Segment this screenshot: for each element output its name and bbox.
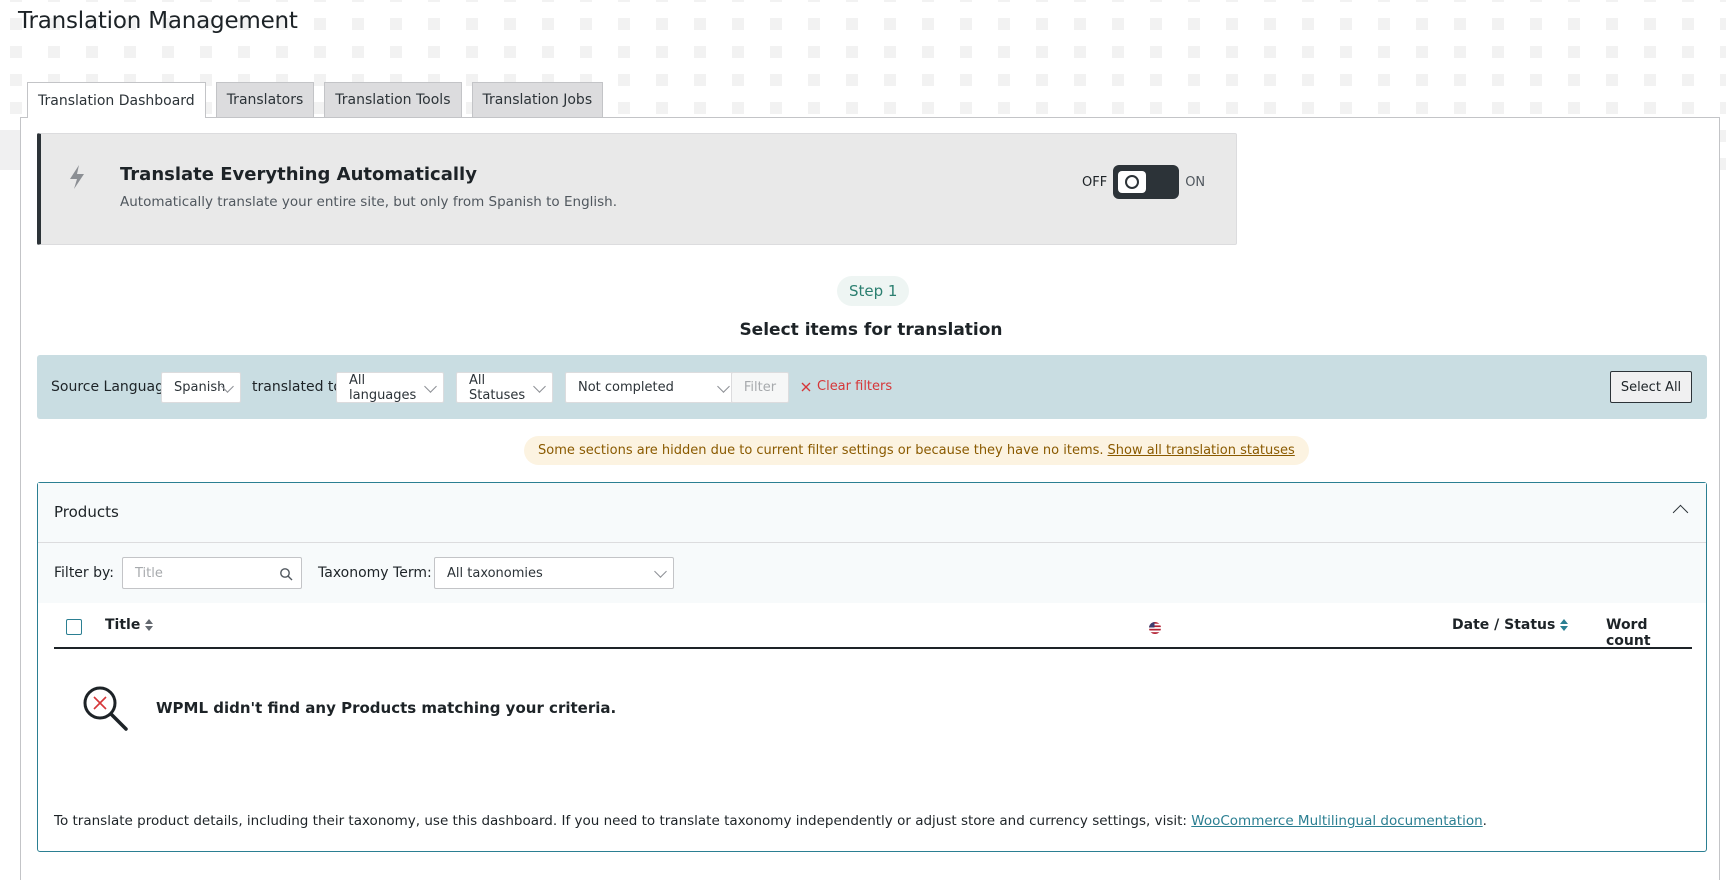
sort-icon (1560, 619, 1569, 631)
auto-translate-toggle-group: OFF ON (1082, 165, 1205, 199)
word-count-column-label: Word count (1606, 617, 1651, 649)
clear-filters-link[interactable]: Clear filters (801, 379, 892, 394)
source-language-value: Spanish (174, 380, 226, 395)
toggle-on-label: ON (1185, 174, 1206, 190)
select-all-checkbox[interactable] (66, 619, 82, 635)
products-footer-note: To translate product details, including … (54, 813, 1487, 829)
page-title: Translation Management (18, 8, 298, 34)
dashboard-panel: Translate Everything Automatically Autom… (20, 117, 1720, 880)
toggle-off-label: OFF (1082, 174, 1108, 190)
woocommerce-multilingual-docs-link[interactable]: WooCommerce Multilingual documentation (1191, 813, 1482, 829)
taxonomy-term-label: Taxonomy Term: (318, 565, 432, 581)
products-header[interactable]: Products (38, 483, 1706, 543)
completion-select[interactable]: Not completed (565, 372, 737, 403)
auto-translate-box: Translate Everything Automatically Autom… (37, 133, 1237, 245)
completion-value: Not completed (578, 380, 674, 395)
translated-to-label: translated to: (252, 379, 347, 395)
title-column-header[interactable]: Title (105, 617, 154, 633)
footer-text: To translate product details, including … (54, 813, 1187, 829)
empty-state-message: WPML didn't find any Products matching y… (156, 699, 617, 717)
source-language-label: Source Language: (51, 379, 178, 395)
products-section: Products Filter by: Title Taxonomy Term:… (37, 482, 1707, 852)
close-icon (801, 382, 811, 391)
filter-notice: Some sections are hidden due to current … (524, 436, 1309, 465)
products-filter-row: Filter by: Title Taxonomy Term: All taxo… (38, 543, 1706, 603)
title-search-input[interactable]: Title (122, 557, 302, 589)
chevron-down-icon (654, 565, 667, 578)
status-select[interactable]: All Statuses (456, 372, 553, 403)
auto-translate-description: Automatically translate your entire site… (120, 194, 618, 210)
footer-end: . (1482, 813, 1487, 829)
date-status-column-label: Date / Status (1452, 617, 1556, 633)
status-value: All Statuses (469, 372, 526, 403)
clear-filters-label: Clear filters (817, 379, 893, 394)
admin-sidebar-edge (0, 130, 20, 170)
show-all-statuses-link[interactable]: Show all translation statuses (1108, 443, 1295, 458)
title-column-label: Title (105, 617, 141, 633)
products-title: Products (54, 503, 119, 521)
tab-translators[interactable]: Translators (215, 82, 315, 117)
taxonomy-value: All taxonomies (447, 565, 543, 581)
chevron-up-icon[interactable] (1672, 504, 1689, 521)
filter-by-label: Filter by: (54, 565, 114, 581)
toggle-knob (1118, 171, 1147, 193)
products-table-header: Title Date / Status Word count (54, 603, 1692, 649)
no-results-search-icon (83, 686, 128, 731)
chevron-down-icon (717, 380, 730, 393)
step-heading: Select items for translation (739, 320, 1003, 340)
target-language-select[interactable]: All languages (336, 372, 444, 403)
filter-button[interactable]: Filter (731, 372, 789, 403)
bolt-icon (70, 165, 84, 189)
date-status-column-header[interactable]: Date / Status (1452, 617, 1569, 633)
step-badge: Step 1 (837, 276, 910, 306)
sort-icon (145, 619, 154, 631)
empty-state: WPML didn't find any Products matching y… (80, 683, 616, 733)
search-icon (280, 568, 293, 581)
source-language-select[interactable]: Spanish (161, 372, 241, 403)
select-all-button[interactable]: Select All (1610, 371, 1692, 403)
us-flag-icon (1149, 622, 1161, 634)
taxonomy-select[interactable]: All taxonomies (434, 557, 674, 589)
word-count-column-header: Word count (1606, 617, 1692, 649)
tab-translation-jobs[interactable]: Translation Jobs (471, 82, 604, 117)
tab-translation-dashboard[interactable]: Translation Dashboard (27, 82, 206, 118)
target-language-value: All languages (349, 372, 417, 403)
auto-translate-title: Translate Everything Automatically (120, 164, 477, 185)
tab-bar: Translation Dashboard Translators Transl… (27, 82, 613, 118)
title-search-placeholder: Title (135, 565, 163, 581)
notice-text: Some sections are hidden due to current … (538, 443, 1104, 458)
filter-bar: Source Language: Spanish translated to: … (37, 355, 1707, 419)
auto-translate-toggle[interactable] (1113, 165, 1180, 199)
tab-translation-tools[interactable]: Translation Tools (324, 82, 462, 117)
